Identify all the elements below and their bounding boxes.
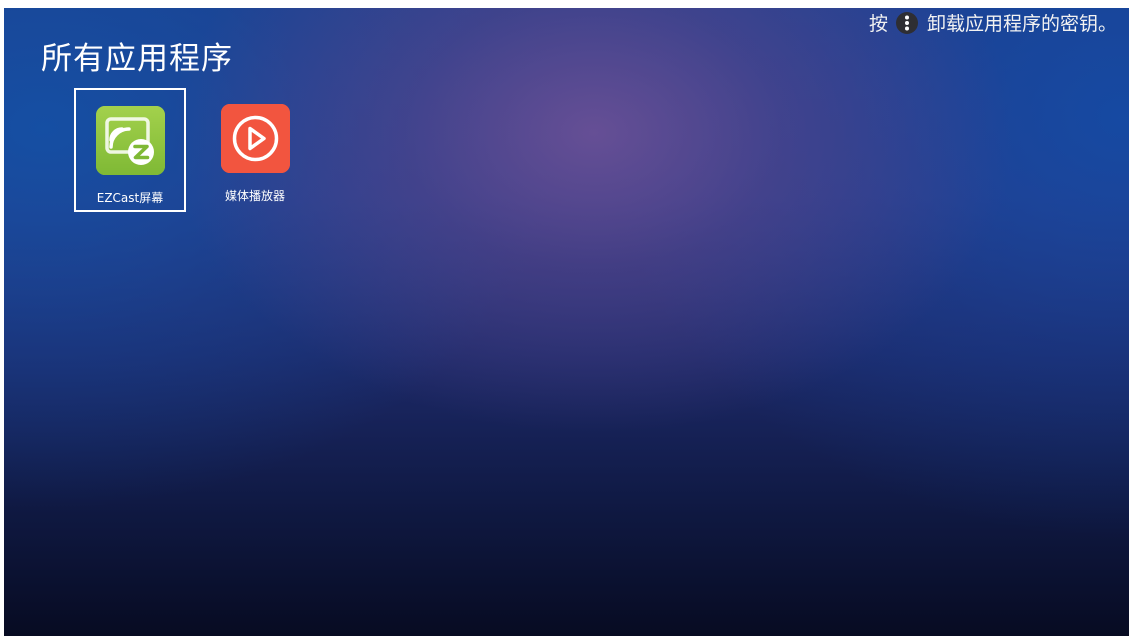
app-tile-media-player[interactable]: 媒体播放器 [199, 88, 311, 212]
uninstall-hint: 按 卸载应用程序的密钥。 [869, 9, 1117, 36]
hint-prefix: 按 [868, 13, 888, 35]
hint-suffix: 卸载应用程序的密钥。 [926, 13, 1117, 35]
app-label-ezcast: EZCast屏幕 [96, 191, 164, 205]
play-circle-icon [221, 104, 290, 173]
app-tile-ezcast[interactable]: EZCast屏幕 [74, 88, 186, 212]
page-title: 所有应用程序 [41, 41, 233, 77]
launcher-screen: 所有应用程序 按 卸载应用程序的密钥。 EZCast屏幕 媒体播放器 [4, 8, 1129, 636]
more-vertical-icon [895, 11, 918, 34]
ezcast-screen-icon [96, 106, 165, 175]
app-label-media-player: 媒体播放器 [224, 189, 285, 203]
